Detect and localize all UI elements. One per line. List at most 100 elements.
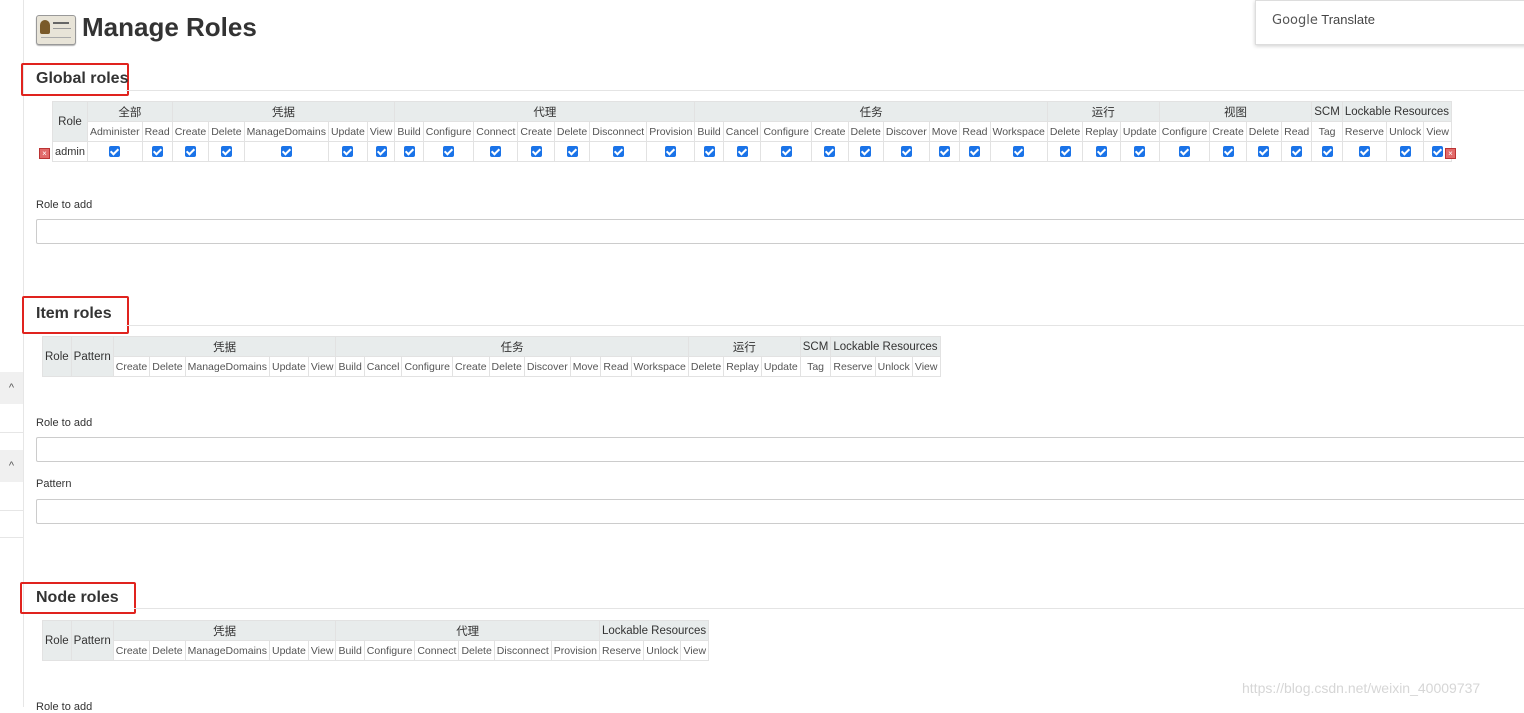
permission-header: Delete — [553, 121, 591, 142]
google-translate-widget[interactable]: Google Translate — [1255, 0, 1524, 45]
permission-header: Provision — [550, 640, 600, 661]
permission-cell — [928, 141, 961, 162]
sidebar-divider — [0, 537, 23, 538]
permission-checkbox[interactable] — [1059, 146, 1071, 158]
permission-header: Configure — [401, 356, 454, 377]
delete-role-icon[interactable]: × — [39, 148, 50, 159]
permission-cell — [1082, 141, 1121, 162]
permission-header: Create — [452, 356, 490, 377]
permission-header: Move — [569, 356, 602, 377]
collapse-chevron-icon[interactable]: ^ — [0, 450, 23, 482]
role-name-admin: admin — [52, 141, 88, 162]
permission-cell — [810, 141, 849, 162]
permission-checkbox[interactable] — [342, 146, 354, 158]
permission-cell — [517, 141, 555, 162]
permission-group-header: 凭据 — [171, 101, 396, 122]
permission-checkbox[interactable] — [900, 146, 912, 158]
role-column-header: Role — [42, 620, 72, 661]
permission-checkbox[interactable] — [1321, 146, 1333, 158]
permission-header: Delete — [149, 640, 186, 661]
permission-checkbox[interactable] — [824, 146, 836, 158]
permission-checkbox[interactable] — [780, 146, 792, 158]
permission-checkbox[interactable] — [109, 146, 121, 158]
permission-header: Unlock — [874, 356, 913, 377]
permission-checkbox[interactable] — [1134, 146, 1146, 158]
permission-cell — [422, 141, 475, 162]
permission-cell — [1119, 141, 1160, 162]
permission-group-header: 运行 — [687, 336, 801, 357]
permission-header: Workspace — [630, 356, 689, 377]
permission-header: Disconnect — [493, 640, 552, 661]
permission-cell — [1281, 141, 1313, 162]
permission-checkbox[interactable] — [1258, 146, 1270, 158]
permission-header: ManageDomains — [184, 640, 271, 661]
permission-checkbox[interactable] — [375, 146, 387, 158]
permission-checkbox[interactable] — [151, 146, 163, 158]
role-column-header: Role — [52, 101, 88, 142]
permission-checkbox[interactable] — [280, 146, 292, 158]
permission-checkbox[interactable] — [1358, 146, 1370, 158]
permission-header: Delete — [488, 356, 525, 377]
permission-checkbox[interactable] — [612, 146, 624, 158]
permission-checkbox[interactable] — [1222, 146, 1234, 158]
permission-group-header: 视图 — [1158, 101, 1313, 122]
global-roles-title: Global roles — [36, 70, 129, 87]
permission-checkbox[interactable] — [566, 146, 578, 158]
permission-checkbox[interactable] — [703, 146, 715, 158]
item-pattern-input[interactable] — [36, 499, 1524, 524]
permission-checkbox[interactable] — [736, 146, 748, 158]
permission-checkbox[interactable] — [1291, 146, 1303, 158]
permission-group-header: 代理 — [335, 620, 600, 641]
permission-header: Configure — [1158, 121, 1211, 142]
permission-header: Configure — [363, 640, 416, 661]
permission-group-header: 任务 — [694, 101, 1048, 122]
permission-header: Discover — [882, 121, 930, 142]
permission-checkbox[interactable] — [860, 146, 872, 158]
permission-cell — [959, 141, 991, 162]
page-title: Manage Roles — [82, 12, 257, 42]
permission-header: Tag — [1311, 121, 1343, 142]
permission-cell — [589, 141, 648, 162]
permission-header: View — [911, 356, 941, 377]
permission-group-header: Lockable Resources — [830, 336, 941, 357]
permission-cell — [1158, 141, 1211, 162]
permission-header: Provision — [646, 121, 696, 142]
delete-role-icon[interactable]: × — [1445, 148, 1456, 159]
permission-header: Read — [1281, 121, 1313, 142]
sidebar-divider — [0, 510, 23, 511]
permission-cell — [394, 141, 424, 162]
permission-cell — [646, 141, 696, 162]
permission-checkbox[interactable] — [1179, 146, 1190, 158]
role-to-add-label: Role to add — [36, 199, 93, 211]
section-divider — [134, 608, 1524, 609]
permission-checkbox[interactable] — [443, 146, 455, 158]
permission-header: Replay — [1082, 121, 1121, 142]
permission-checkbox[interactable] — [665, 146, 677, 158]
collapse-chevron-icon[interactable]: ^ — [0, 372, 23, 404]
permission-checkbox[interactable] — [220, 146, 232, 158]
permission-checkbox[interactable] — [530, 146, 542, 158]
item-role-to-add-input[interactable] — [36, 437, 1524, 462]
permission-checkbox[interactable] — [184, 146, 196, 158]
permission-checkbox[interactable] — [1432, 146, 1444, 158]
permission-header: Reserve — [598, 640, 645, 661]
permission-checkbox[interactable] — [403, 146, 415, 158]
permission-cell — [86, 141, 143, 162]
permission-group-header: 任务 — [335, 336, 689, 357]
permission-checkbox[interactable] — [490, 146, 502, 158]
sidebar-divider — [0, 432, 23, 433]
permission-checkbox[interactable] — [1013, 146, 1025, 158]
permission-checkbox[interactable] — [939, 146, 951, 158]
google-translate-label[interactable]: Google Translate — [1272, 12, 1375, 28]
permission-header: Update — [269, 356, 309, 377]
section-divider — [126, 90, 1524, 91]
permission-header: Connect — [473, 121, 519, 142]
permission-header: Cancel — [363, 356, 403, 377]
permission-checkbox[interactable] — [969, 146, 981, 158]
global-role-to-add-input[interactable] — [36, 219, 1524, 244]
permission-checkbox[interactable] — [1399, 146, 1411, 158]
permission-header: View — [307, 640, 337, 661]
permission-cell — [327, 141, 368, 162]
item-roles-table: Role Pattern 凭据 任务 运行 SCM Lockable Resources… — [42, 336, 941, 377]
permission-checkbox[interactable] — [1096, 146, 1108, 158]
